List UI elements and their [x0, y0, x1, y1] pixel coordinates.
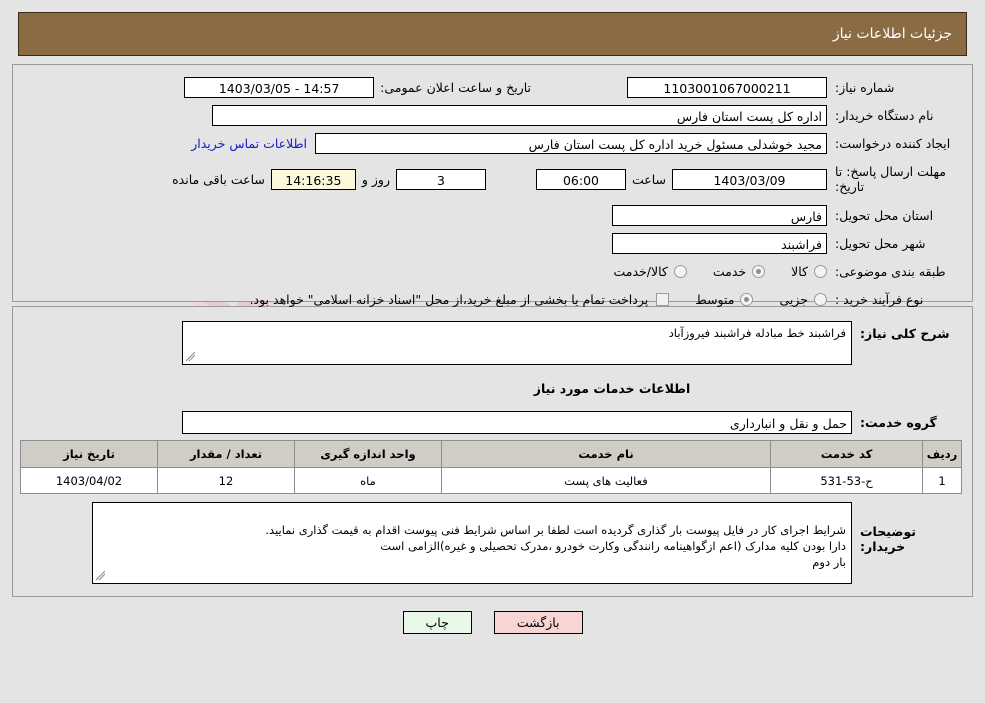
back-button[interactable]: بازگشت — [493, 611, 583, 634]
radio-icon[interactable] — [814, 264, 827, 278]
category-radio-group: کالا خدمت کالا/خدمت — [587, 264, 827, 279]
process-radio-group: جزیی متوسط — [669, 292, 827, 307]
buyer-contact-link[interactable]: اطلاعات تماس خریدار — [183, 136, 315, 151]
buyer-org-label: نام دستگاه خریدار: — [835, 107, 934, 123]
service-group-label: گروه خدمت: — [860, 414, 937, 430]
category-label: طبقه بندی موضوعی: — [835, 263, 946, 279]
need-number-field: 1103001067000211 — [627, 76, 827, 98]
cell-service-code: ح-53-531 — [770, 467, 923, 494]
category-option-kala[interactable]: کالا — [791, 264, 827, 279]
buyer-notes-textarea[interactable]: شرایط اجرای کار در فایل پیوست بار گذاری … — [92, 502, 852, 584]
category-option-kala-khedmat[interactable]: کالا/خدمت — [613, 263, 687, 279]
process-option-motavaset[interactable]: متوسط — [695, 291, 754, 307]
cell-quantity: 12 — [157, 467, 295, 494]
category-option-label: کالا/خدمت — [613, 263, 668, 279]
need-details-panel: شرح کلی نیاز: فراشبند خط مبادله فراشبند … — [12, 306, 973, 597]
radio-icon[interactable] — [740, 292, 754, 306]
creator-field: مجید خوشدلی مسئول خرید اداره کل پست استا… — [315, 132, 827, 154]
cell-unit: ماه — [294, 467, 442, 494]
table-row: 1 ح-53-531 فعالیت های پست ماه 12 1403/04… — [20, 467, 962, 494]
radio-icon[interactable] — [673, 264, 687, 278]
col-quantity: تعداد / مقدار — [157, 440, 295, 468]
row-deadline: مهلت ارسال پاسخ: تا تاریخ: 1403/03/09 سا… — [23, 159, 962, 199]
creator-label: ایجاد کننده درخواست: — [835, 135, 951, 151]
process-option-jozei[interactable]: جزیی — [779, 292, 827, 307]
treasury-documents-checkbox[interactable] — [656, 292, 670, 306]
need-number-label: شماره نیاز: — [835, 79, 895, 95]
category-option-khedmat[interactable]: خدمت — [712, 263, 766, 279]
process-option-label: جزیی — [779, 291, 808, 307]
time-remaining-field: 14:16:35 — [270, 168, 356, 190]
province-label: استان محل تحویل: — [835, 207, 934, 223]
process-option-label: متوسط — [695, 291, 735, 307]
category-option-label: کالا — [791, 263, 808, 279]
city-field: فراشبند — [612, 232, 827, 254]
resize-grip-icon[interactable] — [186, 352, 195, 361]
page-title-bar: جزئیات اطلاعات نیاز — [18, 12, 967, 56]
treasury-note-label: پرداخت تمام یا بخشی از مبلغ خرید،از محل … — [249, 291, 649, 307]
service-group-field: حمل و نقل و انبارداری — [182, 410, 852, 434]
col-unit: واحد اندازه گیری — [294, 440, 442, 468]
page-title: جزئیات اطلاعات نیاز — [832, 26, 952, 42]
radio-icon[interactable] — [814, 292, 827, 306]
col-need-date: تاریخ نیاز — [20, 440, 158, 468]
deadline-label: مهلت ارسال پاسخ: تا تاریخ: — [835, 164, 946, 194]
deadline-time-field: 06:00 — [535, 168, 626, 190]
deadline-date-field: 1403/03/09 — [672, 168, 827, 190]
row-city: شهر محل تحویل: فراشبند — [23, 231, 962, 255]
cell-row-no: 1 — [922, 467, 962, 494]
row-need-number: شماره نیاز: 1103001067000211 تاریخ و ساع… — [23, 75, 962, 99]
buyer-notes-value: شرایط اجرای کار در فایل پیوست بار گذاری … — [265, 523, 846, 569]
row-service-group: گروه خدمت: حمل و نقل و انبارداری — [23, 410, 962, 434]
general-desc-label: شرح کلی نیاز: — [860, 326, 950, 341]
process-label: نوع فرآیند خرید : — [835, 291, 924, 307]
table-header-row: ردیف کد خدمت نام خدمت واحد اندازه گیری ت… — [20, 440, 962, 468]
province-field: فارس — [612, 204, 827, 226]
resize-grip-icon[interactable] — [96, 571, 105, 580]
services-section-title: اطلاعات خدمات مورد نیاز — [533, 381, 691, 396]
col-service-name: نام خدمت — [441, 440, 771, 468]
row-buyer-notes: توضیحات خریدار: شرایط اجرای کار در فایل … — [23, 502, 962, 584]
buyer-notes-label: توضیحات خریدار: — [860, 524, 916, 554]
row-category: طبقه بندی موضوعی: کالا خدمت کالا/خدمت — [23, 259, 962, 283]
general-desc-textarea[interactable]: فراشبند خط مبادله فراشبند فیروزآباد — [182, 321, 852, 365]
footer-actions: بازگشت چاپ — [0, 611, 985, 634]
days-and-label: روز و — [361, 171, 390, 187]
radio-icon[interactable] — [752, 264, 766, 278]
col-service-code: کد خدمت — [770, 440, 923, 468]
buyer-org-field: اداره کل پست استان فارس — [212, 104, 827, 126]
print-button[interactable]: چاپ — [402, 611, 472, 634]
remaining-suffix-label: ساعت باقی مانده — [172, 171, 265, 187]
services-table: ردیف کد خدمت نام خدمت واحد اندازه گیری ت… — [20, 440, 962, 494]
row-creator: ایجاد کننده درخواست: مجید خوشدلی مسئول خ… — [23, 131, 962, 155]
city-label: شهر محل تحویل: — [835, 235, 926, 251]
page-root: جزئیات اطلاعات نیاز شماره نیاز: 11030010… — [0, 12, 985, 634]
row-general-desc: شرح کلی نیاز: فراشبند خط مبادله فراشبند … — [23, 321, 962, 365]
hour-label: ساعت — [631, 171, 666, 187]
cell-need-date: 1403/04/02 — [20, 467, 158, 494]
col-row-no: ردیف — [922, 440, 962, 468]
cell-service-name: فعالیت های پست — [441, 467, 771, 494]
general-desc-value: فراشبند خط مبادله فراشبند فیروزآباد — [668, 326, 846, 340]
public-announce-label: تاریخ و ساعت اعلان عمومی: — [380, 79, 531, 95]
category-option-label: خدمت — [712, 263, 747, 279]
row-buyer-org: نام دستگاه خریدار: اداره کل پست استان فا… — [23, 103, 962, 127]
public-announce-field: 14:57 - 1403/03/05 — [184, 76, 375, 98]
days-remaining-field: 3 — [395, 168, 486, 190]
need-summary-panel: شماره نیاز: 1103001067000211 تاریخ و ساع… — [12, 64, 973, 307]
row-province: استان محل تحویل: فارس — [23, 203, 962, 227]
